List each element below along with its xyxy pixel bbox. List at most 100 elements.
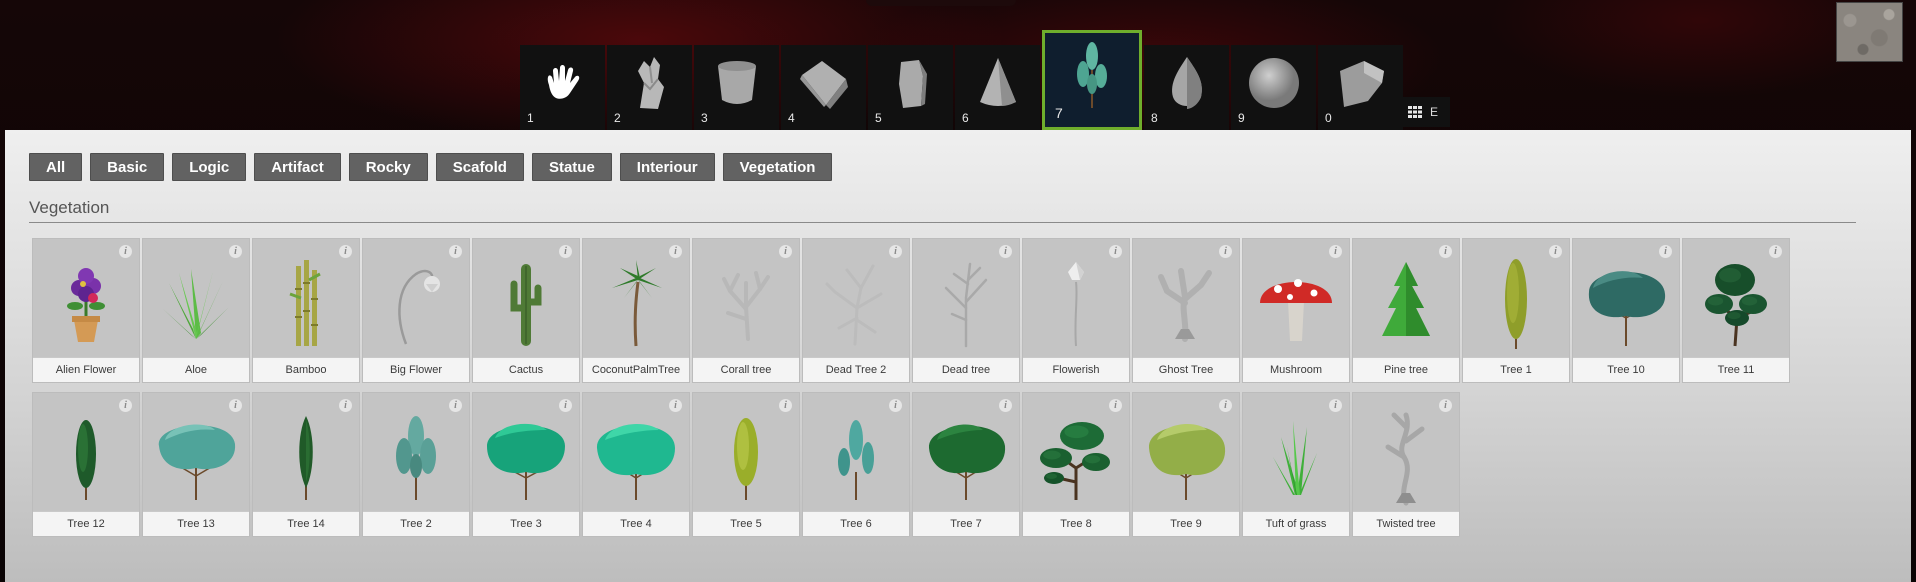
item-card[interactable]: i Tree 1 [1462, 238, 1570, 383]
info-icon[interactable]: i [559, 245, 572, 258]
info-icon[interactable]: i [669, 245, 682, 258]
item-card[interactable]: i Dead tree [912, 238, 1020, 383]
info-icon[interactable]: i [1329, 399, 1342, 412]
filter-button-all[interactable]: All [29, 153, 83, 181]
info-icon[interactable]: i [889, 245, 902, 258]
filter-button-scafold[interactable]: Scafold [435, 153, 524, 181]
item-card[interactable]: i Tree 8 [1022, 392, 1130, 537]
item-card[interactable]: i Tree 10 [1572, 238, 1680, 383]
item-label: Flowerish [1023, 358, 1129, 382]
hotbar-slot-9[interactable]: 9 [1231, 45, 1316, 130]
item-card[interactable]: i Tree 13 [142, 392, 250, 537]
info-icon[interactable]: i [449, 399, 462, 412]
info-icon[interactable]: i [1109, 245, 1122, 258]
item-card[interactable]: i Tree 3 [472, 392, 580, 537]
info-icon[interactable]: i [1439, 245, 1452, 258]
top-handle [866, 0, 1016, 6]
item-card[interactable]: i Tree 5 [692, 392, 800, 537]
item-card[interactable]: i Mushroom [1242, 238, 1350, 383]
info-icon[interactable]: i [339, 399, 352, 412]
info-icon[interactable]: i [669, 399, 682, 412]
item-card[interactable]: i Bamboo [252, 238, 360, 383]
item-card[interactable]: i Tree 7 [912, 392, 1020, 537]
info-icon[interactable]: i [119, 245, 132, 258]
item-card[interactable]: i CoconutPalmTree [582, 238, 690, 383]
hotbar-slot-7[interactable]: 7 [1042, 30, 1142, 130]
hotbar-slot-2[interactable]: 2 [607, 45, 692, 130]
info-icon[interactable]: i [1329, 245, 1342, 258]
info-icon[interactable]: i [229, 245, 242, 258]
grid-toggle-key: E [1429, 105, 1438, 119]
item-label: Tuft of grass [1243, 512, 1349, 536]
info-icon[interactable]: i [999, 245, 1012, 258]
item-card[interactable]: i Tuft of grass [1242, 392, 1350, 537]
item-card[interactable]: i Tree 2 [362, 392, 470, 537]
hotbar-slot-0[interactable]: 0 [1318, 45, 1403, 130]
item-card[interactable]: i Pine tree [1352, 238, 1460, 383]
item-label: Tree 11 [1683, 358, 1789, 382]
filter-button-vegetation[interactable]: Vegetation [722, 153, 833, 181]
object-browser-panel: All Basic Logic Artifact Rocky Scafold Statue I… [5, 130, 1911, 582]
item-card[interactable]: i Tree 4 [582, 392, 690, 537]
filter-button-statue[interactable]: Statue [531, 153, 612, 181]
item-card[interactable]: i Cactus [472, 238, 580, 383]
terrain-texture-thumbnail[interactable] [1836, 2, 1903, 62]
info-icon[interactable]: i [339, 245, 352, 258]
info-icon[interactable]: i [779, 399, 792, 412]
hotbar-slot-number: 6 [962, 111, 969, 125]
item-grid: i Alien Flower i Aloe i Bamboo i Big Flower i Cac… [32, 238, 1832, 546]
info-icon[interactable]: i [1219, 245, 1232, 258]
grid-icon [1407, 106, 1422, 118]
info-icon[interactable]: i [1219, 399, 1232, 412]
hotbar-slot-number: 9 [1238, 111, 1245, 125]
info-icon[interactable]: i [779, 245, 792, 258]
item-card[interactable]: i Tree 9 [1132, 392, 1240, 537]
hotbar-slot-number: 2 [614, 111, 621, 125]
item-card[interactable]: i Flowerish [1022, 238, 1130, 383]
item-card[interactable]: i Ghost Tree [1132, 238, 1240, 383]
item-label: Tree 13 [143, 512, 249, 536]
hotbar-slot-5[interactable]: 5 [868, 45, 953, 130]
info-icon[interactable]: i [229, 399, 242, 412]
item-label: Bamboo [253, 358, 359, 382]
item-card[interactable]: i Alien Flower [32, 238, 140, 383]
filter-button-rocky[interactable]: Rocky [348, 153, 428, 181]
item-card[interactable]: i Aloe [142, 238, 250, 383]
item-card[interactable]: i Tree 14 [252, 392, 360, 537]
item-card[interactable]: i Dead Tree 2 [802, 238, 910, 383]
item-row: i Alien Flower i Aloe i Bamboo i Big Flower i Cac… [32, 238, 1832, 383]
info-icon[interactable]: i [889, 399, 902, 412]
info-icon[interactable]: i [119, 399, 132, 412]
filter-button-artifact[interactable]: Artifact [254, 153, 341, 181]
info-icon[interactable]: i [1549, 245, 1562, 258]
item-label: Tree 6 [803, 512, 909, 536]
hotbar: 1 2 3 4 5 6 7 8 9 0 [520, 30, 1405, 130]
filter-button-basic[interactable]: Basic [90, 153, 165, 181]
item-card[interactable]: i Tree 12 [32, 392, 140, 537]
info-icon[interactable]: i [1769, 245, 1782, 258]
hotbar-slot-number: 7 [1055, 105, 1063, 121]
info-icon[interactable]: i [449, 245, 462, 258]
info-icon[interactable]: i [1439, 399, 1452, 412]
info-icon[interactable]: i [999, 399, 1012, 412]
info-icon[interactable]: i [1659, 245, 1672, 258]
hotbar-slot-6[interactable]: 6 [955, 45, 1040, 130]
filter-button-interiour[interactable]: Interiour [619, 153, 715, 181]
item-label: Tree 14 [253, 512, 359, 536]
grid-toggle-button[interactable]: E [1396, 97, 1450, 127]
hotbar-slot-3[interactable]: 3 [694, 45, 779, 130]
item-card[interactable]: i Tree 11 [1682, 238, 1790, 383]
item-card[interactable]: i Tree 6 [802, 392, 910, 537]
item-label: Corall tree [693, 358, 799, 382]
info-icon[interactable]: i [1109, 399, 1122, 412]
hotbar-slot-1[interactable]: 1 [520, 45, 605, 130]
item-card[interactable]: i Twisted tree [1352, 392, 1460, 537]
item-card[interactable]: i Corall tree [692, 238, 800, 383]
hotbar-slot-number: 3 [701, 111, 708, 125]
item-label: Pine tree [1353, 358, 1459, 382]
filter-button-logic[interactable]: Logic [172, 153, 247, 181]
item-card[interactable]: i Big Flower [362, 238, 470, 383]
hotbar-slot-4[interactable]: 4 [781, 45, 866, 130]
info-icon[interactable]: i [559, 399, 572, 412]
hotbar-slot-8[interactable]: 8 [1144, 45, 1229, 130]
